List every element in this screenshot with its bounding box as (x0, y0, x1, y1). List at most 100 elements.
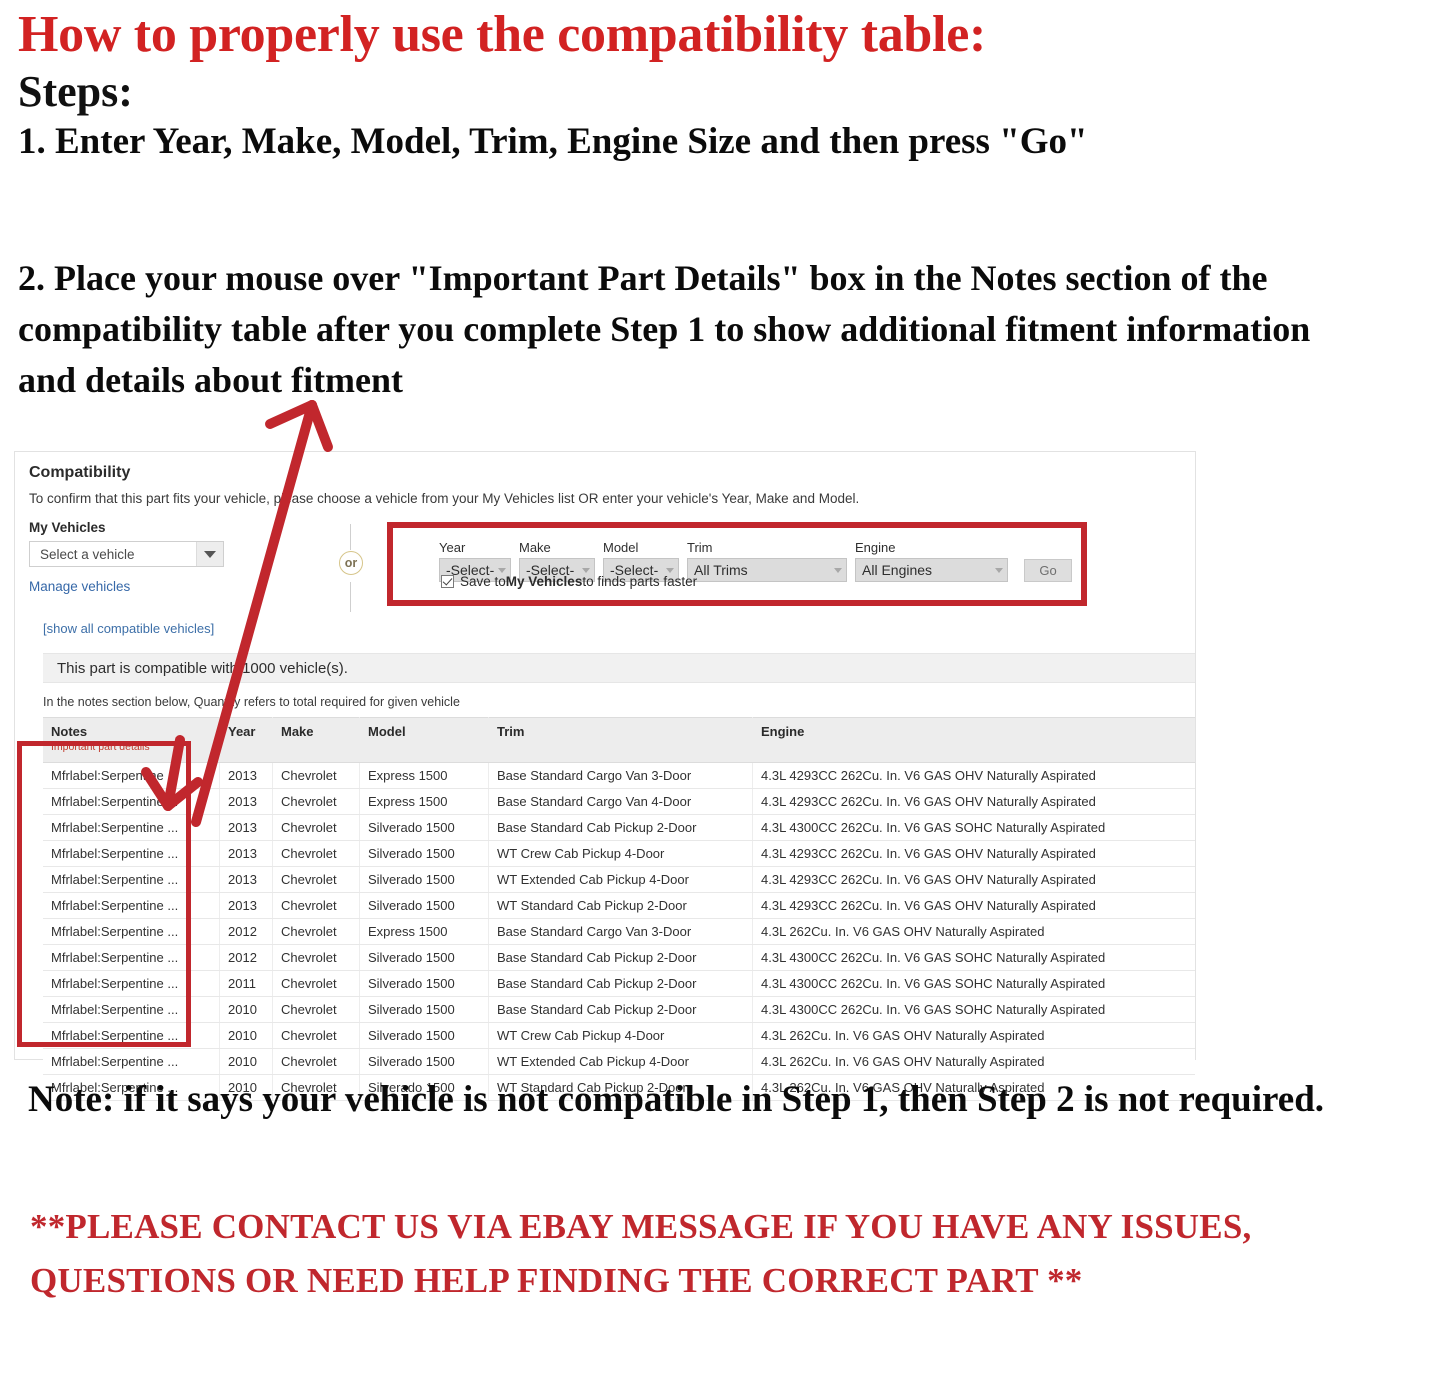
show-all-compatible-vehicles-link[interactable]: [show all compatible vehicles] (43, 621, 214, 636)
trim-field: Trim All Trims (687, 540, 847, 582)
or-badge: or (339, 551, 363, 575)
engine-select[interactable]: All Engines (855, 558, 1008, 582)
cell-engine: 4.3L 4293CC 262Cu. In. V6 GAS OHV Natura… (752, 866, 1195, 893)
cell-trim: Base Standard Cab Pickup 2-Door (488, 996, 753, 1023)
cell-notes: Mfrlabel:Serpentine ... (43, 866, 220, 893)
page-title: How to properly use the compatibility ta… (18, 6, 986, 63)
cell-year: 2010 (219, 1022, 273, 1049)
cell-trim: WT Crew Cab Pickup 4-Door (488, 840, 753, 867)
vehicle-chooser-row: My Vehicles Select a vehicle Manage vehi… (29, 520, 1185, 630)
table-row[interactable]: Mfrlabel:Serpentine ... 2013 Chevrolet Silv… (43, 840, 1195, 867)
compatible-count-text: This part is compatible with 1000 vehicl… (57, 659, 348, 677)
table-row[interactable]: Mfrlabel:Serpentine ... 2013 Chevrolet Silv… (43, 866, 1195, 893)
table-row[interactable]: Mfrlabel:Serpentine ... 2010 Chevrolet Silv… (43, 1048, 1195, 1075)
cell-notes: Mfrlabel:Serpentine ... (43, 892, 220, 919)
cell-year: 2012 (219, 944, 273, 971)
cell-make: Chevrolet (272, 788, 360, 815)
cell-engine: 4.3L 4300CC 262Cu. In. V6 GAS SOHC Natur… (752, 944, 1195, 971)
table-row[interactable]: Mfrlabel:Serpentine ... 2013 Chevrolet Silv… (43, 814, 1195, 841)
cell-trim: Base Standard Cab Pickup 2-Door (488, 814, 753, 841)
cell-year: 2011 (219, 970, 273, 997)
compatible-count-banner: This part is compatible with 1000 vehicl… (43, 653, 1195, 683)
cell-year: 2012 (219, 918, 273, 945)
cell-trim: WT Standard Cab Pickup 2-Door (488, 892, 753, 919)
manage-vehicles-link[interactable]: Manage vehicles (29, 579, 289, 594)
cell-model: Express 1500 (359, 788, 489, 815)
cell-engine: 4.3L 4293CC 262Cu. In. V6 GAS OHV Natura… (752, 892, 1195, 919)
cell-trim: WT Extended Cab Pickup 4-Door (488, 1048, 753, 1075)
fitment-table-body: Mfrlabel:Serpentine ... 2013 Chevrolet Expr… (43, 762, 1195, 1101)
table-row[interactable]: Mfrlabel:Serpentine ... 2012 Chevrolet Expr… (43, 918, 1195, 945)
cell-trim: Base Standard Cab Pickup 2-Door (488, 970, 753, 997)
trim-label: Trim (687, 540, 713, 555)
save-to-my-vehicles-row[interactable]: Save to My Vehicles to finds parts faste… (441, 574, 697, 589)
cell-make: Chevrolet (272, 970, 360, 997)
chevron-down-icon (991, 559, 1007, 581)
engine-label: Engine (855, 540, 896, 555)
col-header-notes-label: Notes (51, 724, 88, 739)
make-label: Make (519, 540, 551, 555)
cell-model: Express 1500 (359, 762, 489, 789)
compatibility-panel: Compatibility To confirm that this part … (14, 451, 1196, 1101)
cell-year: 2013 (219, 892, 273, 919)
cell-year: 2013 (219, 840, 273, 867)
cell-model: Silverado 1500 (359, 892, 489, 919)
table-row[interactable]: Mfrlabel:Serpentine ... 2010 Chevrolet Silv… (43, 996, 1195, 1023)
col-header-trim: Trim (488, 717, 753, 763)
cell-engine: 4.3L 4300CC 262Cu. In. V6 GAS SOHC Natur… (752, 996, 1195, 1023)
save-suffix-text: to finds parts faster (582, 574, 698, 589)
cell-trim: Base Standard Cargo Van 4-Door (488, 788, 753, 815)
col-header-notes-sublabel: Important part details (51, 741, 150, 753)
steps-label: Steps: (18, 67, 133, 117)
cell-year: 2010 (219, 1048, 273, 1075)
my-vehicles-label: My Vehicles (29, 520, 106, 535)
cell-engine: 4.3L 4293CC 262Cu. In. V6 GAS OHV Natura… (752, 788, 1195, 815)
step-one-text: 1. Enter Year, Make, Model, Trim, Engine… (18, 120, 1088, 162)
table-row[interactable]: Mfrlabel:Serpentine ... 2013 Chevrolet Expr… (43, 762, 1195, 789)
table-row[interactable]: Mfrlabel:Serpentine ... 2011 Chevrolet Silv… (43, 970, 1195, 997)
step-two-text: 2. Place your mouse over "Important Part… (18, 258, 1311, 401)
col-header-make: Make (272, 717, 360, 763)
cell-year: 2010 (219, 996, 273, 1023)
cell-year: 2013 (219, 788, 273, 815)
trim-select[interactable]: All Trims (687, 558, 847, 582)
save-bold-text: My Vehicles (505, 574, 583, 589)
engine-select-value: All Engines (862, 562, 933, 578)
save-prefix-text: Save to (460, 574, 506, 589)
cell-make: Chevrolet (272, 918, 360, 945)
cell-make: Chevrolet (272, 944, 360, 971)
compatibility-title: Compatibility (29, 464, 131, 481)
my-vehicles-select[interactable]: Select a vehicle (29, 541, 224, 567)
save-checkbox[interactable] (441, 575, 454, 588)
compatibility-subtitle: To confirm that this part fits your vehi… (29, 491, 860, 506)
fitment-table: Notes Important part details Year Make M… (43, 717, 1195, 1101)
cell-engine: 4.3L 4300CC 262Cu. In. V6 GAS SOHC Natur… (752, 814, 1195, 841)
table-header-row: Notes Important part details Year Make M… (43, 717, 1195, 763)
cell-model: Silverado 1500 (359, 996, 489, 1023)
cell-make: Chevrolet (272, 892, 360, 919)
table-row[interactable]: Mfrlabel:Serpentine ... 2010 Chevrolet Silv… (43, 1022, 1195, 1049)
footer-contact: **PLEASE CONTACT US VIA EBAY MESSAGE IF … (30, 1207, 1252, 1301)
cell-make: Chevrolet (272, 866, 360, 893)
trim-select-value: All Trims (694, 562, 748, 578)
cell-engine: 4.3L 4300CC 262Cu. In. V6 GAS SOHC Natur… (752, 970, 1195, 997)
table-row[interactable]: Mfrlabel:Serpentine ... 2013 Chevrolet Silv… (43, 892, 1195, 919)
or-separator: or (331, 524, 371, 612)
model-label: Model (603, 540, 639, 555)
table-row[interactable]: Mfrlabel:Serpentine ... 2013 Chevrolet Expr… (43, 788, 1195, 815)
cell-year: 2013 (219, 814, 273, 841)
go-button[interactable]: Go (1024, 559, 1072, 582)
cell-notes: Mfrlabel:Serpentine ... (43, 1048, 220, 1075)
cell-notes: Mfrlabel:Serpentine ... (43, 788, 220, 815)
cell-notes: Mfrlabel:Serpentine ... (43, 918, 220, 945)
cell-trim: Base Standard Cargo Van 3-Door (488, 918, 753, 945)
cell-make: Chevrolet (272, 840, 360, 867)
cell-engine: 4.3L 4293CC 262Cu. In. V6 GAS OHV Natura… (752, 762, 1195, 789)
cell-model: Silverado 1500 (359, 866, 489, 893)
cell-notes: Mfrlabel:Serpentine ... (43, 814, 220, 841)
table-row[interactable]: Mfrlabel:Serpentine ... 2012 Chevrolet Silv… (43, 944, 1195, 971)
quantity-note: In the notes section below, Quantity ref… (43, 695, 460, 709)
cell-model: Silverado 1500 (359, 1048, 489, 1075)
cell-model: Silverado 1500 (359, 1022, 489, 1049)
footer-note: Note: if it says your vehicle is not com… (28, 1079, 1325, 1120)
